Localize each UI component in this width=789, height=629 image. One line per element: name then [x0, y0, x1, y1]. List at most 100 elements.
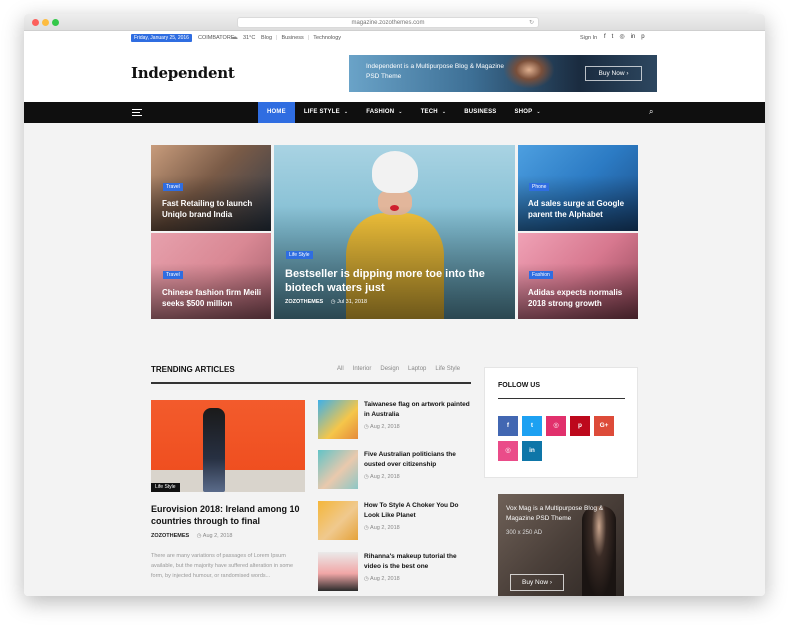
category-tag[interactable]: Life Style: [151, 483, 180, 492]
ad-buy-now-button[interactable]: Buy Now ›: [510, 574, 564, 591]
nav-item-tech[interactable]: TECH ⌄: [412, 102, 456, 123]
address-bar[interactable]: magazine.zozothemes.com ↻: [237, 17, 539, 28]
post-date: Aug 2, 2018: [202, 533, 233, 539]
filter-design[interactable]: Design: [380, 366, 399, 372]
list-thumbnail[interactable]: [318, 501, 358, 540]
tile-title[interactable]: Fast Retailing to launch Uniqlo brand In…: [162, 198, 262, 220]
top-link-blog[interactable]: Blog: [261, 34, 272, 42]
pinterest-icon[interactable]: p: [641, 33, 644, 42]
tile-meta: ZOZOTHEMES ◷ Jul 31, 2018: [285, 299, 367, 305]
nav-item-shop[interactable]: SHOP ⌄: [506, 102, 550, 123]
category-tag[interactable]: Phone: [529, 183, 550, 191]
filter-laptop[interactable]: Laptop: [408, 366, 426, 372]
dribbble-icon[interactable]: ◎: [498, 441, 518, 461]
reload-icon[interactable]: ↻: [529, 18, 534, 28]
grid-tile[interactable]: Fashion Adidas expects normalis 2018 str…: [518, 233, 638, 319]
list-thumbnail[interactable]: [318, 450, 358, 489]
nav-item-fashion[interactable]: FASHION ⌄: [357, 102, 411, 123]
instagram-icon[interactable]: ◎: [619, 33, 624, 42]
site-logo[interactable]: Independent: [131, 64, 235, 82]
grid-tile[interactable]: Phone Ad sales surge at Google parent th…: [518, 145, 638, 231]
chevron-down-icon: ⌄: [343, 109, 349, 115]
cloud-icon: ☁: [231, 34, 238, 41]
filter-all[interactable]: All: [337, 366, 344, 372]
category-tag[interactable]: Life Style: [286, 251, 313, 259]
maximize-window-button[interactable]: [52, 19, 59, 26]
sidebar-ad[interactable]: Vox Mag is a Multipurpose Blog & Magazin…: [498, 494, 624, 596]
featured-article-excerpt: There are many variations of passages of…: [151, 553, 294, 579]
list-item-meta: ◷ Aug 2, 2018: [364, 525, 400, 531]
author-name[interactable]: ZOZOTHEMES: [285, 299, 323, 305]
tile-title[interactable]: Adidas expects normalis 2018 strong grow…: [528, 287, 633, 309]
chevron-down-icon: ⌄: [441, 109, 447, 115]
list-item[interactable]: How To Style A Choker You Do Look Like P…: [318, 501, 471, 541]
section-title: TRENDING ARTICLES: [151, 365, 235, 374]
post-date: Aug 2, 2018: [370, 525, 400, 531]
category-tag[interactable]: Travel: [163, 271, 183, 279]
list-item-title[interactable]: Taiwanese flag on artwork painted in Aus…: [364, 400, 472, 420]
browser-window: magazine.zozothemes.com ↻ Friday, Januar…: [24, 14, 765, 596]
facebook-icon[interactable]: f: [604, 33, 606, 42]
tile-title[interactable]: Ad sales surge at Google parent the Alph…: [528, 198, 633, 220]
widget-title: FOLLOW US: [498, 382, 540, 389]
divider: [151, 382, 471, 384]
minimize-window-button[interactable]: [42, 19, 49, 26]
follow-us-widget: FOLLOW US f t ◎ p G+ ◎ in: [484, 367, 638, 478]
ad-size-label: 300 x 250 AD: [506, 530, 543, 536]
list-item-meta: ◷ Aug 2, 2018: [364, 576, 400, 582]
category-tag[interactable]: Travel: [163, 183, 183, 191]
grid-tile-main[interactable]: Life Style Bestseller is dipping more to…: [274, 145, 515, 319]
nav-item-home[interactable]: HOME: [258, 102, 295, 123]
linkedin-icon[interactable]: in: [522, 441, 542, 461]
trending-filters: All Interior Design Laptop Life Style: [337, 366, 460, 372]
close-window-button[interactable]: [32, 19, 39, 26]
tile-title[interactable]: Bestseller is dipping more toe into the …: [285, 267, 500, 295]
nav-item-life-style[interactable]: LIFE STYLE ⌄: [295, 102, 357, 123]
banner-buy-now-button[interactable]: Buy Now ›: [585, 66, 642, 81]
header-banner-ad[interactable]: Independent is a Multipurpose Blog & Mag…: [349, 55, 657, 92]
filter-interior[interactable]: Interior: [353, 366, 372, 372]
sign-in-link[interactable]: Sign In: [580, 34, 597, 42]
grid-tile[interactable]: Travel Fast Retailing to launch Uniqlo b…: [151, 145, 271, 231]
list-item[interactable]: Five Australian politicians the ousted o…: [318, 450, 471, 490]
list-item-title[interactable]: How To Style A Choker You Do Look Like P…: [364, 501, 472, 521]
twitter-icon[interactable]: t: [522, 416, 542, 436]
top-link-business[interactable]: Business: [281, 34, 303, 42]
nav-item-label: TECH: [420, 109, 438, 115]
twitter-icon[interactable]: t: [612, 33, 614, 42]
menu-icon[interactable]: [132, 109, 142, 116]
linkedin-icon[interactable]: in: [631, 33, 636, 42]
featured-grid: Travel Fast Retailing to launch Uniqlo b…: [151, 145, 638, 319]
list-item[interactable]: Taiwanese flag on artwork painted in Aus…: [318, 400, 471, 440]
top-bar: Friday, January 25, 2016 COIMBATORE ☁ 31…: [24, 31, 765, 45]
facebook-icon[interactable]: f: [498, 416, 518, 436]
divider: [498, 398, 625, 399]
list-item-title[interactable]: Rihanna's makeup tutorial the video is t…: [364, 552, 472, 572]
category-tag[interactable]: Fashion: [529, 271, 553, 279]
list-item[interactable]: Rihanna's makeup tutorial the video is t…: [318, 552, 471, 592]
search-icon[interactable]: ⌕: [649, 107, 653, 117]
featured-article-title[interactable]: Eurovision 2018: Ireland among 10 countr…: [151, 503, 305, 527]
list-item-title[interactable]: Five Australian politicians the ousted o…: [364, 450, 472, 470]
list-thumbnail[interactable]: [318, 552, 358, 591]
date-badge: Friday, January 25, 2016: [131, 34, 192, 42]
divider: |: [307, 35, 310, 41]
featured-article-meta: ZOZOTHEMES ◷ Aug 2, 2018: [151, 533, 232, 539]
pinterest-icon[interactable]: p: [570, 416, 590, 436]
top-links: Blog | Business | Technology: [261, 34, 341, 42]
instagram-icon[interactable]: ◎: [546, 416, 566, 436]
image-figure: [203, 408, 225, 492]
author-name[interactable]: ZOZOTHEMES: [151, 533, 189, 539]
nav-item-label: FASHION: [366, 109, 395, 115]
post-date: Jul 31, 2018: [337, 299, 368, 305]
list-thumbnail[interactable]: [318, 400, 358, 439]
featured-article-image[interactable]: [151, 400, 305, 492]
filter-life-style[interactable]: Life Style: [435, 366, 460, 372]
google-plus-icon[interactable]: G+: [594, 416, 614, 436]
nav-item-business[interactable]: BUSINESS: [455, 102, 505, 123]
nav-item-label: BUSINESS: [464, 109, 497, 115]
clock-icon: ◷: [196, 533, 202, 539]
top-link-technology[interactable]: Technology: [313, 34, 341, 42]
grid-tile[interactable]: Travel Chinese fashion firm Meili seeks …: [151, 233, 271, 319]
tile-title[interactable]: Chinese fashion firm Meili seeks $500 mi…: [162, 287, 262, 309]
